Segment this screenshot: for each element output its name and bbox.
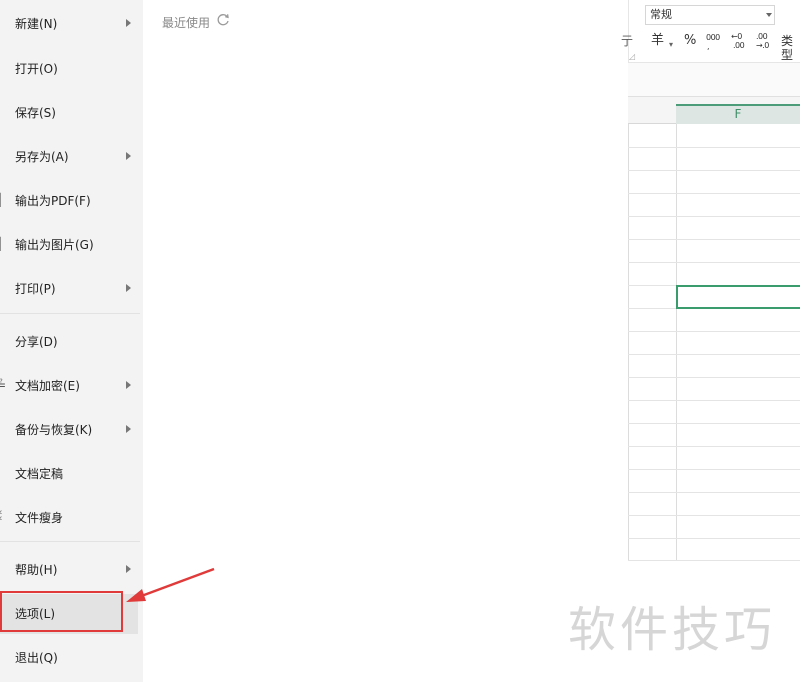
row-gridline [628,538,800,539]
help-icon: ) [0,562,4,576]
menu-item-label: 文件瘦身 [15,510,64,525]
submenu-arrow-icon [126,284,131,292]
menu-item-new[interactable]: 新建(N) [0,6,143,40]
row-gridline [628,446,800,447]
menu-item-label: 文档加密(E) [15,378,80,393]
comma-icon: , [707,42,710,51]
menu-item-finalize[interactable]: | 文档定稿 [0,456,143,490]
menu-item-exit[interactable]: › 退出(Q) [0,640,143,674]
column-gridline [676,124,677,561]
menu-item-save[interactable]: 保存(S) [0,95,143,129]
row-gridline [628,147,800,148]
row-gridline [628,377,800,378]
backup-icon: | [0,422,4,436]
exit-icon: › [0,650,4,664]
selected-cell[interactable] [676,285,800,309]
menu-item-label: 帮助(H) [15,562,58,577]
menu-item-label: 输出为PDF(F) [15,193,91,208]
recent-title: 最近使用 [162,16,211,30]
increase-decimal-icon-lower: .00 [733,41,745,50]
watermark-text: 软件技巧 [568,602,777,658]
menu-item-label: 保存(S) [15,105,56,120]
number-format-select[interactable]: 常规 [645,5,775,25]
submenu-arrow-icon [126,152,131,160]
decrease-decimal-icon-lower: →.0 [756,41,769,50]
submenu-arrow-icon [126,19,131,27]
annotation-arrow [126,567,215,602]
menu-item-label: 退出(Q) [15,650,58,665]
decrease-decimal-icon[interactable]: .00 [756,33,768,41]
open-icon: / [0,61,4,75]
currency-button[interactable]: 羊 [651,34,664,48]
menu-item-encrypt[interactable]: ≟ 文档加密(E) [0,368,143,402]
pdf-icon: ▌ [0,193,6,207]
lock-icon: ≟ [0,378,7,392]
image-icon: ▌ [0,237,6,251]
menu-item-share[interactable]: 分享(D) [0,324,143,358]
formula-bar-area [628,63,800,96]
row-gridline [628,331,800,332]
save-as-icon: › [0,149,4,163]
chevron-down-icon[interactable]: ▾ [669,38,673,52]
menu-item-slim[interactable]: ⁑ 文件瘦身 [0,500,143,534]
submenu-arrow-icon [126,425,131,433]
menu-divider [0,541,140,542]
row-gridline [628,469,800,470]
increase-decimal-icon[interactable]: ←0 [731,33,742,41]
column-header-f[interactable]: F [676,104,800,124]
row-gridline [628,354,800,355]
row-gridline [628,216,800,217]
row-gridline [628,560,800,561]
type-conversion-button[interactable]: 类型 [781,34,800,62]
print-icon: ) [0,281,4,295]
dialog-launcher-icon[interactable]: ◿ [629,53,635,61]
row-gridline [628,239,800,240]
menu-divider [0,313,140,314]
row-gridline [628,170,800,171]
menu-item-export-pdf[interactable]: ▌ 输出为PDF(F) [0,183,143,217]
refresh-icon[interactable] [216,13,230,27]
thousands-separator-button[interactable]: 000 [706,34,720,42]
row-gridline [628,400,800,401]
row-gridline [628,193,800,194]
menu-item-export-image[interactable]: ▌ 输出为图片(G) [0,227,143,261]
partial-label: 亍 [621,34,634,48]
menu-item-label: 分享(D) [15,334,58,349]
row-gridline [628,262,800,263]
row-gridline [628,492,800,493]
menu-item-open[interactable]: / 打开(O) [0,51,143,85]
grid-border [628,124,629,561]
menu-item-label: 打开(O) [15,61,58,76]
row-gridline [628,515,800,516]
submenu-arrow-icon [126,381,131,389]
menu-item-label: 另存为(A) [15,149,69,164]
finalize-icon: | [0,466,4,480]
slim-icon: ⁑ [0,510,4,524]
menu-item-label: 打印(P) [15,281,56,296]
chevron-down-icon [766,13,772,17]
row-gridline [628,423,800,424]
menu-item-label: 备份与恢复(K) [15,422,93,437]
menu-item-save-as[interactable]: › 另存为(A) [0,139,143,173]
spreadsheet-grid[interactable] [628,124,800,561]
percent-button[interactable]: % [684,34,696,48]
annotation-highlight-box [0,591,123,632]
menu-item-label: 新建(N) [15,16,58,31]
menu-item-label: 输出为图片(G) [15,237,94,252]
column-header-e[interactable] [628,96,676,124]
menu-item-label: 文档定稿 [15,466,64,481]
menu-item-backup[interactable]: | 备份与恢复(K) [0,412,143,446]
menu-item-print[interactable]: ) 打印(P) [0,271,143,305]
